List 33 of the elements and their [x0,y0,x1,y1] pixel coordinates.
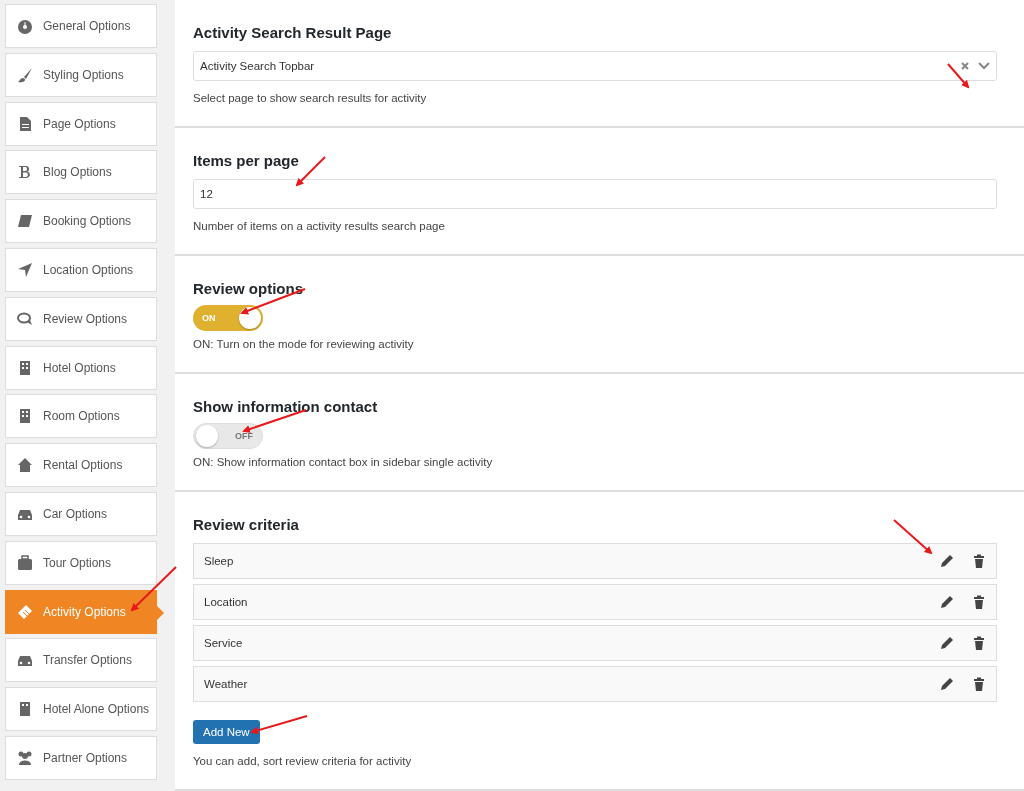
sidebar-item[interactable]: Car Options [5,491,157,536]
sidebar-item[interactable]: Rental Options [5,443,157,488]
sidebar-item[interactable]: Page Options [5,101,157,146]
section-title: Activity Search Result Page [193,24,392,41]
sidebar-item[interactable]: Partner Options [5,735,157,780]
sidebar-item[interactable]: Booking Options [5,199,157,244]
sidebar-item[interactable]: Blog Options [5,150,157,195]
sidebar-item[interactable]: Styling Options [5,52,157,97]
criteria-label: Location [204,596,249,608]
section-description: Number of items on a activity results search page [193,219,445,233]
section-title: Review options [193,280,304,297]
items-per-page-field[interactable]: 12 [193,179,997,209]
section-title: Show information contact [193,398,378,415]
sidebar-item[interactable]: Review Options [5,296,157,341]
criteria-label: Service [204,637,244,649]
toggle-switch[interactable]: OFF [193,423,263,449]
sidebar-item[interactable]: Transfer Options [5,638,157,683]
sidebar-item[interactable]: Tour Options [5,540,157,585]
section-description: ON: Show information contact box in sidebar single activity [193,455,493,469]
page-select[interactable]: Activity Search Topbar [193,51,997,81]
section-title: Items per page [193,152,299,169]
section-description: You can add, sort review criteria for activity [193,754,412,768]
section-description: ON: Turn on the mode for reviewing activity [193,337,414,351]
section-title: Review criteria [193,516,299,533]
criteria-label: Weather [204,678,249,690]
sidebar-item[interactable]: Room Options [5,394,157,439]
sidebar-item[interactable]: General Options [5,4,157,48]
sidebar-item[interactable]: Hotel Alone Options [5,687,157,732]
add-new-button[interactable]: Add New [193,720,260,744]
section-description: Select page to show search results for activity [193,91,427,105]
sidebar-item[interactable]: Hotel Options [5,345,157,390]
sidebar-item[interactable]: Location Options [5,248,157,292]
criteria-label: Sleep [204,555,235,567]
